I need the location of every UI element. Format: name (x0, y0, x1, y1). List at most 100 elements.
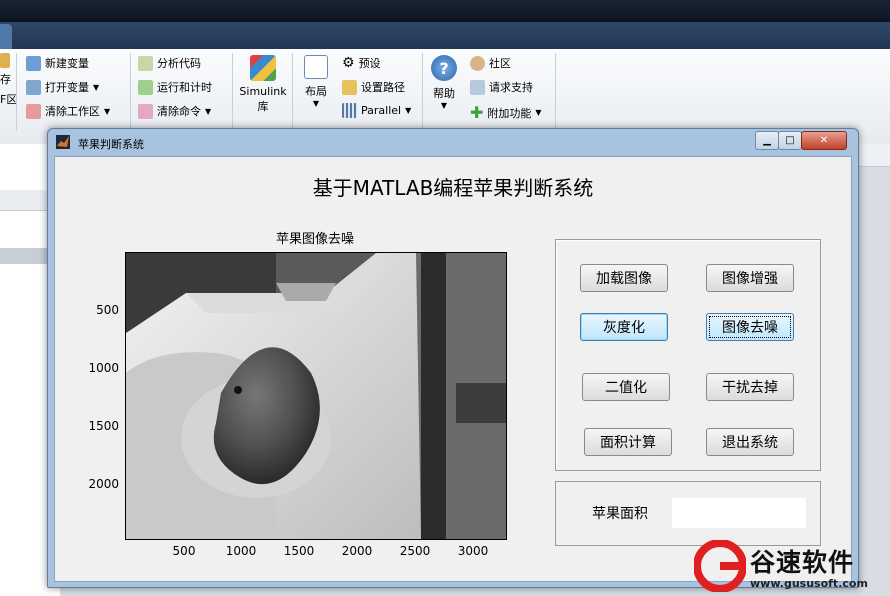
layout-dropdown-icon[interactable]: ▼ (313, 99, 319, 108)
y-tick-label: 1500 (88, 419, 119, 433)
close-icon: ✕ (819, 135, 829, 146)
gear-icon: ⚙ (342, 55, 355, 71)
exit-system-button[interactable]: 退出系统 (706, 428, 794, 456)
support-icon (470, 79, 485, 95)
x-tick-label: 2500 (399, 544, 431, 558)
y-tick-label: 1000 (88, 361, 119, 375)
minimize-icon: ▁ (763, 135, 771, 146)
community-button[interactable]: 社区 (470, 55, 511, 71)
help-label: 帮助 (433, 87, 455, 100)
add-ons-dropdown-icon[interactable]: ▼ (535, 108, 541, 117)
binarize-button[interactable]: 二值化 (582, 373, 670, 401)
run-and-time-label: 运行和计时 (157, 81, 212, 94)
request-support-label: 请求支持 (489, 81, 533, 94)
clear-commands-button[interactable]: 清除命令 ▼ (138, 103, 211, 119)
apple-area-label: 苹果面积 (592, 506, 648, 522)
preferences-label: 预设 (358, 57, 381, 70)
open-variable-button[interactable]: 打开变量 ▼ (26, 79, 99, 95)
apple-area-field[interactable] (672, 498, 806, 528)
clear-workspace-label: 清除工作区 (45, 105, 100, 118)
help-dropdown-icon[interactable]: ▼ (441, 101, 447, 110)
request-support-button[interactable]: 请求支持 (470, 79, 533, 95)
matlab-logo-icon (56, 135, 70, 149)
figure-window-title: 苹果判断系统 (78, 138, 144, 151)
area-output-panel: 苹果面积 (555, 481, 821, 546)
load-image-button[interactable]: 加载图像 (580, 264, 668, 292)
add-ons-button[interactable]: ✚ 附加功能 ▼ (470, 103, 542, 122)
figure-window: 苹果判断系统 ▁ □ ✕ 基于MATLAB编程苹果判断系统 苹果图像去噪 500… (47, 128, 859, 588)
open-variable-label: 打开变量 (45, 81, 89, 94)
maximize-button[interactable]: □ (778, 131, 802, 150)
grayscale-button[interactable]: 灰度化 (580, 313, 668, 341)
apple-image (126, 253, 506, 539)
desktop-titlebar (0, 0, 890, 22)
x-tick-label: 1000 (225, 544, 257, 558)
y-tick-label: 2000 (88, 477, 119, 491)
clear-workspace-icon (26, 103, 41, 119)
simulink-icon (250, 55, 276, 81)
denoise-image-button[interactable]: 图像去噪 (706, 313, 794, 341)
help-icon: ? (431, 55, 457, 81)
help-button[interactable]: ? 帮助 ▼ (428, 55, 460, 110)
watermark: 谷速软件 www.gususoft.com (693, 539, 890, 596)
preferences-button[interactable]: ⚙ 预设 (342, 55, 381, 71)
function-button-panel: 加载图像 图像增强 灰度化 图像去噪 二值化 干扰去掉 面积计算 退出系统 (555, 239, 821, 471)
clear-commands-dropdown-icon[interactable]: ▼ (205, 107, 211, 116)
main-title: 基于MATLAB编程苹果判断系统 (312, 176, 594, 200)
image-axes[interactable] (125, 252, 507, 540)
figure-client-area: 基于MATLAB编程苹果判断系统 苹果图像去噪 500 1000 1500 20… (54, 156, 852, 582)
save-icon (0, 53, 10, 68)
new-variable-icon (26, 55, 41, 71)
maximize-icon: □ (785, 135, 795, 146)
workspace-label-text: F区 (0, 93, 18, 106)
clear-workspace-button[interactable]: 清除工作区 ▼ (26, 103, 110, 119)
open-variable-dropdown-icon[interactable]: ▼ (93, 83, 99, 92)
community-icon (470, 55, 485, 71)
set-path-label: 设置路径 (361, 81, 405, 94)
open-variable-icon (26, 79, 41, 95)
run-and-time-icon (138, 79, 153, 95)
run-and-time-button[interactable]: 运行和计时 (138, 79, 212, 95)
clear-commands-icon (138, 103, 153, 119)
layout-icon (304, 55, 328, 79)
add-ons-label: 附加功能 (487, 106, 532, 120)
y-tick-label: 500 (96, 303, 119, 317)
simulink-label-2: 库 (257, 100, 269, 113)
analyze-code-icon (138, 55, 153, 71)
community-label: 社区 (489, 57, 511, 70)
layout-button[interactable]: 布局 ▼ (299, 55, 333, 108)
simulink-library-button[interactable]: Simulink 库 (238, 55, 288, 114)
new-variable-button[interactable]: 新建变量 (26, 55, 89, 71)
plus-icon: ✚ (470, 103, 484, 122)
save-workspace-label-1: 存 (0, 73, 11, 86)
close-button[interactable]: ✕ (801, 131, 847, 150)
home-tab[interactable] (0, 24, 12, 49)
clear-commands-label: 清除命令 (157, 105, 201, 118)
axes-title: 苹果图像去噪 (275, 232, 354, 247)
parallel-dropdown-icon[interactable]: ▼ (405, 106, 411, 115)
analyze-code-label: 分析代码 (157, 57, 201, 70)
watermark-text: 谷速软件 (750, 548, 855, 577)
gususoft-logo-icon (693, 539, 747, 593)
simulink-label-1: Simulink (239, 85, 287, 98)
clear-workspace-dropdown-icon[interactable]: ▼ (104, 107, 110, 116)
x-tick-label: 2000 (341, 544, 373, 558)
analyze-code-button[interactable]: 分析代码 (138, 55, 201, 71)
parallel-icon (342, 103, 357, 118)
remove-interference-button[interactable]: 干扰去掉 (706, 373, 794, 401)
save-workspace-button[interactable]: 存 (0, 71, 11, 87)
enhance-image-button[interactable]: 图像增强 (706, 264, 794, 292)
x-tick-label: 3000 (457, 544, 489, 558)
figure-titlebar[interactable]: 苹果判断系统 ▁ □ ✕ (48, 129, 858, 155)
folder-icon (342, 79, 357, 95)
watermark-url: www.gususoft.com (750, 577, 868, 590)
minimize-button[interactable]: ▁ (755, 131, 779, 150)
set-path-button[interactable]: 设置路径 (342, 79, 405, 95)
workspace-label: F区 (0, 91, 17, 107)
parallel-button[interactable]: Parallel ▼ (342, 103, 411, 118)
x-tick-label: 1500 (283, 544, 315, 558)
area-calculation-button[interactable]: 面积计算 (584, 428, 672, 456)
x-tick-label: 500 (172, 544, 196, 558)
toolstrip-tabs (0, 22, 890, 49)
layout-label: 布局 (305, 85, 327, 98)
